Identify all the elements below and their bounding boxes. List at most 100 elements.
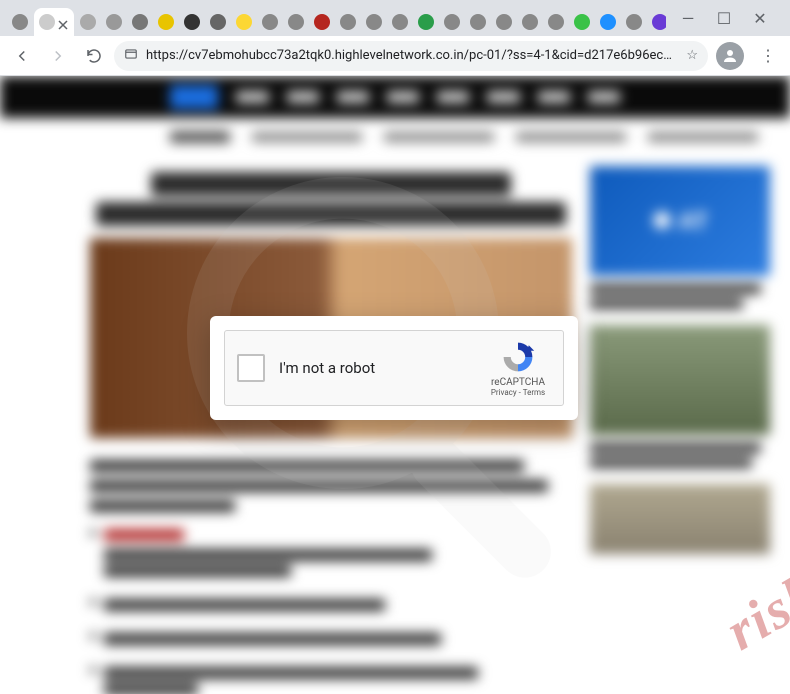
tab-favicon xyxy=(184,14,200,30)
tab-favicon xyxy=(652,14,666,30)
tab-favicon xyxy=(548,14,564,30)
headline xyxy=(90,172,572,226)
captcha-widget: I'm not a robot reCAPTCHA Privacy - Term… xyxy=(224,330,564,406)
sidebar-card: ✽ AT xyxy=(590,166,770,309)
tab[interactable] xyxy=(362,8,386,36)
nav-link xyxy=(538,91,570,103)
sidebar-card xyxy=(590,484,770,554)
profile-avatar[interactable] xyxy=(716,42,744,70)
tab[interactable] xyxy=(102,8,126,36)
tab-favicon xyxy=(132,14,148,30)
address-bar[interactable]: https://cv7ebmohubcc73a2tqk0.highlevelne… xyxy=(114,41,708,71)
text-line xyxy=(590,299,743,309)
tab[interactable] xyxy=(180,8,204,36)
nav-link xyxy=(588,91,620,103)
tab-favicon xyxy=(106,14,122,30)
tab[interactable] xyxy=(544,8,568,36)
nav-link xyxy=(437,91,469,103)
tab-favicon xyxy=(522,14,538,30)
tab[interactable] xyxy=(440,8,464,36)
text-line xyxy=(104,667,478,679)
recaptcha-icon xyxy=(500,339,536,375)
tab[interactable] xyxy=(232,8,256,36)
tab[interactable] xyxy=(284,8,308,36)
captcha-brand: reCAPTCHA xyxy=(485,377,551,388)
captcha-privacy-link[interactable]: Privacy xyxy=(491,388,517,397)
forward-button[interactable] xyxy=(42,40,74,72)
trending-item xyxy=(384,132,494,142)
tab[interactable] xyxy=(206,8,230,36)
tab-favicon xyxy=(158,14,174,30)
tab-favicon xyxy=(262,14,278,30)
browser-toolbar: https://cv7ebmohubcc73a2tqk0.highlevelne… xyxy=(0,36,790,76)
main-column xyxy=(90,166,572,694)
close-icon[interactable] xyxy=(57,16,69,28)
tab[interactable] xyxy=(388,8,412,36)
sidebar-image xyxy=(590,484,770,554)
text-line xyxy=(104,683,198,694)
tab[interactable] xyxy=(622,8,646,36)
text-line xyxy=(104,633,441,645)
text-line xyxy=(90,500,235,512)
tab[interactable] xyxy=(128,8,152,36)
tab[interactable] xyxy=(492,8,516,36)
back-button[interactable] xyxy=(6,40,38,72)
bullet-icon xyxy=(90,633,96,639)
bullet-icon xyxy=(90,667,96,673)
tab[interactable] xyxy=(596,8,620,36)
tab[interactable] xyxy=(76,8,100,36)
site-info-icon[interactable] xyxy=(124,47,138,65)
headline-line xyxy=(96,202,566,226)
captcha-terms-link[interactable]: Terms xyxy=(523,388,545,397)
tab-favicon xyxy=(444,14,460,30)
bookmark-star-icon[interactable]: ☆ xyxy=(686,48,698,63)
sidebar-card xyxy=(590,325,770,468)
headline-line xyxy=(151,172,511,196)
tab[interactable] xyxy=(258,8,282,36)
bullet-text xyxy=(104,663,572,694)
captcha-card: I'm not a robot reCAPTCHA Privacy - Term… xyxy=(210,316,578,420)
trending-item xyxy=(648,132,758,142)
tab[interactable] xyxy=(570,8,594,36)
list-item xyxy=(90,595,572,615)
tab[interactable] xyxy=(8,8,32,36)
tab-favicon xyxy=(39,14,55,30)
url-text: https://cv7ebmohubcc73a2tqk0.highlevelne… xyxy=(146,48,678,63)
text-line xyxy=(590,284,761,294)
text-line xyxy=(590,443,761,453)
browser-menu-button[interactable]: ⋮ xyxy=(752,40,784,72)
tab-favicon xyxy=(600,14,616,30)
tab[interactable] xyxy=(466,8,490,36)
tab-favicon xyxy=(626,14,642,30)
trending-item xyxy=(252,132,362,142)
tab[interactable] xyxy=(336,8,360,36)
close-window-button[interactable]: ✕ xyxy=(746,4,774,32)
captcha-badge: reCAPTCHA Privacy - Terms xyxy=(485,339,551,397)
tab-favicon xyxy=(12,14,28,30)
tab-favicon xyxy=(314,14,330,30)
maximize-button[interactable]: ☐ xyxy=(710,4,738,32)
nav-link xyxy=(287,91,319,103)
tab[interactable] xyxy=(648,8,666,36)
nav-link xyxy=(337,91,369,103)
tab[interactable] xyxy=(518,8,542,36)
reload-button[interactable] xyxy=(78,40,110,72)
tab-favicon xyxy=(574,14,590,30)
main-columns: ✽ AT xyxy=(0,156,790,694)
tab-favicon xyxy=(496,14,512,30)
trending-label xyxy=(170,131,230,143)
tab-favicon xyxy=(210,14,226,30)
list-item xyxy=(90,526,572,581)
text-line xyxy=(104,565,291,577)
tab[interactable] xyxy=(310,8,334,36)
bullet-icon xyxy=(90,599,96,605)
captcha-checkbox[interactable] xyxy=(237,354,265,382)
sidebar-image xyxy=(590,325,770,435)
minimize-button[interactable]: — xyxy=(674,4,702,32)
tab[interactable] xyxy=(154,8,178,36)
tab[interactable] xyxy=(414,8,438,36)
tab-active[interactable] xyxy=(34,8,74,36)
browser-titlebar: + — ☐ ✕ xyxy=(0,0,790,36)
sidebar-column: ✽ AT xyxy=(590,166,770,694)
site-topnav xyxy=(0,76,790,118)
